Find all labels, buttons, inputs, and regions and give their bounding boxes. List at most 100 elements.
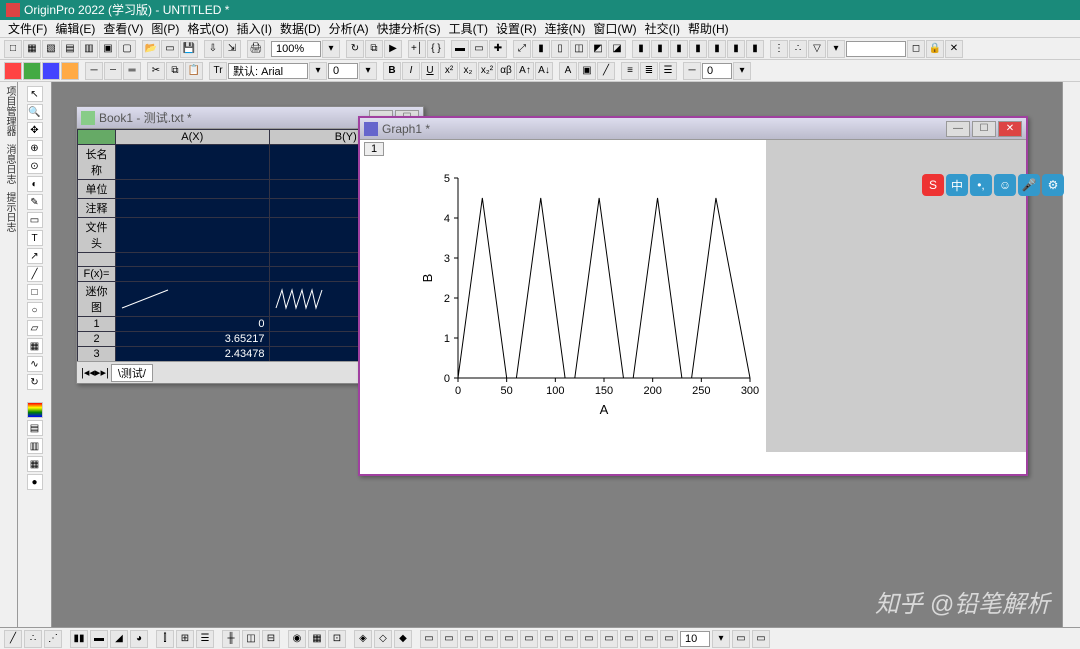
menu-preferences[interactable]: 设置(R) bbox=[492, 20, 541, 37]
align3-icon[interactable]: ☰ bbox=[659, 62, 677, 80]
menu-view[interactable]: 查看(V) bbox=[99, 20, 147, 37]
new-graph-icon[interactable]: ▧ bbox=[42, 40, 60, 58]
3d3-icon[interactable]: ◆ bbox=[394, 630, 412, 648]
menu-format[interactable]: 格式(O) bbox=[183, 20, 232, 37]
cell[interactable]: 0 bbox=[116, 317, 270, 332]
template7-icon[interactable]: ▭ bbox=[540, 630, 558, 648]
row-fx[interactable]: F(x)= bbox=[78, 267, 116, 282]
line-tool-icon[interactable]: ╱ bbox=[27, 266, 43, 282]
recalculate-icon[interactable]: ▶ bbox=[384, 40, 402, 58]
ime-logo-icon[interactable]: S bbox=[922, 174, 944, 196]
ime-lang-button[interactable]: 中 bbox=[946, 174, 968, 196]
row-num[interactable]: 2 bbox=[78, 332, 116, 347]
close-button[interactable]: ✕ bbox=[998, 121, 1022, 137]
template9-icon[interactable]: ▭ bbox=[580, 630, 598, 648]
stat1-icon[interactable]: ╫ bbox=[222, 630, 240, 648]
template12-icon[interactable]: ▭ bbox=[640, 630, 658, 648]
new-layout-icon[interactable]: ▣ bbox=[99, 40, 117, 58]
color2-icon[interactable] bbox=[23, 62, 41, 80]
scatter-plot-icon[interactable]: ∴ bbox=[24, 630, 42, 648]
row-num[interactable]: 1 bbox=[78, 317, 116, 332]
tab-message-log[interactable]: 消息日志 bbox=[0, 140, 19, 188]
row-units[interactable]: 单位 bbox=[78, 180, 116, 199]
value-dd-icon[interactable]: ▾ bbox=[712, 630, 730, 648]
supersub-icon[interactable]: x₂² bbox=[478, 62, 496, 80]
minimize-button[interactable]: — bbox=[946, 121, 970, 137]
graph-window[interactable]: Graph1 * — ☐ ✕ 1 ── B 012345050100150200… bbox=[358, 116, 1028, 476]
menu-analysis[interactable]: 分析(A) bbox=[325, 20, 373, 37]
palette4-icon[interactable]: ▦ bbox=[27, 456, 43, 472]
new-excel-icon[interactable]: ▥ bbox=[80, 40, 98, 58]
text-tool-icon[interactable]: T bbox=[27, 230, 43, 246]
fill-color-icon[interactable]: ▣ bbox=[578, 62, 596, 80]
greek-icon[interactable]: αβ bbox=[497, 62, 515, 80]
ime-emoji-icon[interactable]: ☺ bbox=[994, 174, 1016, 196]
font-dd-icon[interactable]: ▾ bbox=[309, 62, 327, 80]
zoom-dropdown-icon[interactable]: ▾ bbox=[322, 40, 340, 58]
line-style-icon[interactable]: ─ bbox=[683, 62, 701, 80]
template2-icon[interactable]: ▭ bbox=[440, 630, 458, 648]
row-comments[interactable]: 注释 bbox=[78, 199, 116, 218]
multi-panel-icon[interactable]: ⊞ bbox=[176, 630, 194, 648]
value-input[interactable]: 10 bbox=[680, 631, 710, 647]
row-num[interactable]: 3 bbox=[78, 347, 116, 362]
color1-icon[interactable] bbox=[4, 62, 22, 80]
maximize-button[interactable]: ☐ bbox=[972, 121, 996, 137]
paste-icon[interactable]: 📋 bbox=[185, 62, 203, 80]
cell[interactable]: 3.65217 bbox=[116, 332, 270, 347]
scatter2-icon[interactable]: ∴ bbox=[789, 40, 807, 58]
template6-icon[interactable]: ▭ bbox=[520, 630, 538, 648]
area-plot-icon[interactable]: ◢ bbox=[110, 630, 128, 648]
font-size-combo[interactable]: 0 bbox=[328, 63, 358, 79]
row-fileheader[interactable]: 文件头 bbox=[78, 218, 116, 253]
rect-tool-icon[interactable]: □ bbox=[27, 284, 43, 300]
new-workbook-icon[interactable]: ▦ bbox=[23, 40, 41, 58]
palette5-icon[interactable]: ● bbox=[27, 474, 43, 490]
bar3-icon[interactable]: ▮ bbox=[670, 40, 688, 58]
last2-icon[interactable]: ▭ bbox=[752, 630, 770, 648]
nav-last-icon[interactable]: ▸| bbox=[100, 366, 108, 379]
panning-icon[interactable]: ✥ bbox=[27, 122, 43, 138]
bar-plot-icon[interactable]: ▬ bbox=[90, 630, 108, 648]
bar5-icon[interactable]: ▮ bbox=[708, 40, 726, 58]
new-matrix-icon[interactable]: ▤ bbox=[61, 40, 79, 58]
color3-icon[interactable] bbox=[42, 62, 60, 80]
mask-icon[interactable]: ◐ bbox=[27, 176, 43, 192]
new-project-icon[interactable]: □ bbox=[4, 40, 22, 58]
rescale-icon[interactable]: ⤢ bbox=[513, 40, 531, 58]
digitize-icon[interactable]: ✚ bbox=[489, 40, 507, 58]
template8-icon[interactable]: ▭ bbox=[560, 630, 578, 648]
arrow-tool-icon[interactable]: ↗ bbox=[27, 248, 43, 264]
data-reader-icon[interactable]: ⊕ bbox=[27, 140, 43, 156]
palette-icon[interactable] bbox=[27, 402, 43, 418]
menu-edit[interactable]: 编辑(E) bbox=[51, 20, 99, 37]
open-template-icon[interactable]: ▭ bbox=[161, 40, 179, 58]
font-color-icon[interactable]: A bbox=[559, 62, 577, 80]
menu-help[interactable]: 帮助(H) bbox=[684, 20, 733, 37]
menu-file[interactable]: 文件(F) bbox=[4, 20, 51, 37]
corner-cell[interactable] bbox=[78, 130, 116, 145]
menu-window[interactable]: 窗口(W) bbox=[589, 20, 640, 37]
box-icon[interactable]: ◻ bbox=[907, 40, 925, 58]
palette3-icon[interactable]: ▥ bbox=[27, 438, 43, 454]
row-sparkline[interactable]: 迷你图 bbox=[78, 282, 116, 317]
decrease-font-icon[interactable]: A↓ bbox=[535, 62, 553, 80]
plot-area[interactable]: 012345050100150200250300AB bbox=[420, 168, 760, 418]
line-symbol-icon[interactable]: ⋰ bbox=[44, 630, 62, 648]
data-selector-icon[interactable]: ⊙ bbox=[27, 158, 43, 174]
template5-icon[interactable]: ▭ bbox=[500, 630, 518, 648]
align2-icon[interactable]: ≣ bbox=[640, 62, 658, 80]
bar6-icon[interactable]: ▮ bbox=[727, 40, 745, 58]
align1-icon[interactable]: ≡ bbox=[621, 62, 639, 80]
chart1-icon[interactable]: ▮ bbox=[532, 40, 550, 58]
increase-font-icon[interactable]: A↑ bbox=[516, 62, 534, 80]
tab-project-explorer[interactable]: 项目管理器 bbox=[0, 82, 19, 140]
nav-first-icon[interactable]: |◂ bbox=[81, 366, 89, 379]
stat3-icon[interactable]: ⊟ bbox=[262, 630, 280, 648]
pointer-icon[interactable]: ↖ bbox=[27, 86, 43, 102]
refresh-icon[interactable]: ↻ bbox=[346, 40, 364, 58]
chart3-icon[interactable]: ◫ bbox=[570, 40, 588, 58]
chart5-icon[interactable]: ◪ bbox=[608, 40, 626, 58]
filter-icon[interactable]: ▽ bbox=[808, 40, 826, 58]
bar1-icon[interactable]: ▮ bbox=[632, 40, 650, 58]
